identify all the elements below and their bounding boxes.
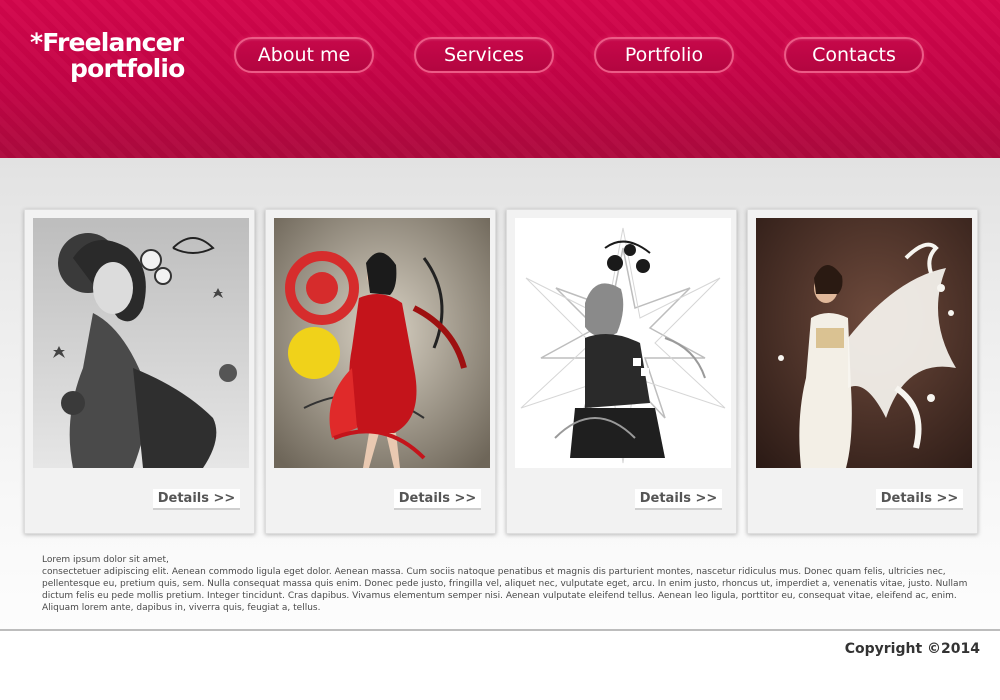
site-logo[interactable]: *Freelancer portfolio — [30, 30, 185, 82]
nav-portfolio[interactable]: Portfolio — [594, 37, 734, 73]
portfolio-card: Details >> — [747, 209, 978, 534]
nav-contacts[interactable]: Contacts — [784, 37, 924, 73]
logo-line-1: *Freelancer — [30, 28, 184, 57]
site-header: *Freelancer portfolio About me Services … — [0, 0, 1000, 158]
intro-body: consectetuer adipiscing elit. Aenean com… — [42, 567, 968, 613]
details-button[interactable]: Details >> — [635, 489, 722, 510]
portfolio-thumbnail[interactable] — [756, 218, 972, 468]
portfolio-card: Details >> — [24, 209, 255, 534]
grayscale-floral-woman-image — [33, 218, 249, 468]
portfolio-thumbnail[interactable] — [33, 218, 249, 468]
portfolio-card: Details >> — [265, 209, 496, 534]
logo-line-2: portfolio — [70, 54, 185, 83]
footer-divider — [0, 629, 1000, 631]
red-dress-abstract-woman-image — [274, 218, 490, 468]
details-button[interactable]: Details >> — [153, 489, 240, 510]
nav-about-me[interactable]: About me — [234, 37, 374, 73]
intro-first-line: Lorem ipsum dolor sit amet, — [42, 555, 169, 565]
floral-splash-woman-image — [515, 218, 731, 468]
intro-text: Lorem ipsum dolor sit amet, consectetuer… — [42, 554, 982, 614]
portfolio-card: Details >> — [506, 209, 737, 534]
nav-services[interactable]: Services — [414, 37, 554, 73]
details-button[interactable]: Details >> — [876, 489, 963, 510]
portfolio-thumbnail[interactable] — [274, 218, 490, 468]
white-dress-milk-splash-image — [756, 218, 972, 468]
portfolio-thumbnail[interactable] — [515, 218, 731, 468]
copyright-text: Copyright ©2014 — [844, 641, 980, 657]
details-button[interactable]: Details >> — [394, 489, 481, 510]
